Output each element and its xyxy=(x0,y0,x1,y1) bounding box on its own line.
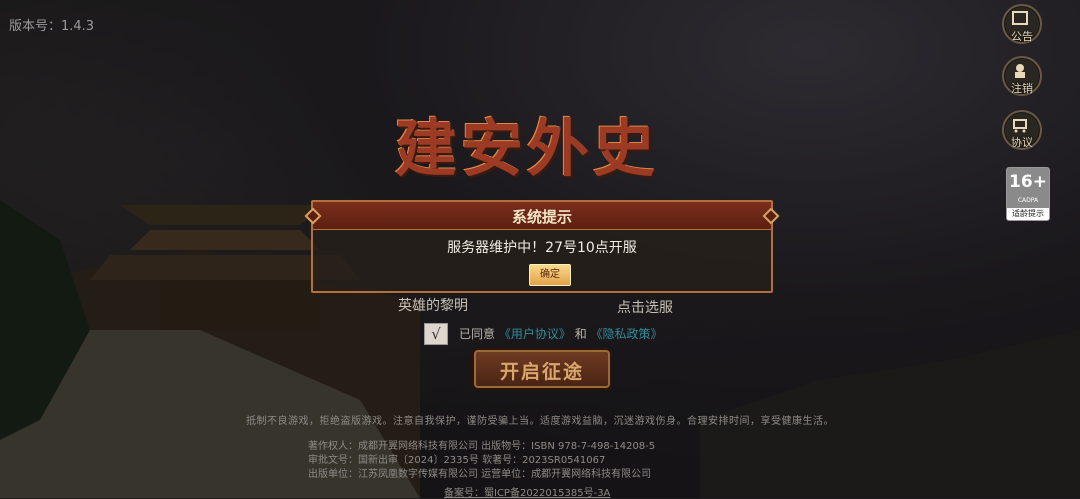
agree-prefix: 已同意 xyxy=(459,327,496,341)
credits-block: 著作权人：成都开翼网络科技有限公司 出版物号：ISBN 978-7-498-14… xyxy=(308,440,655,482)
agreement-label: 协议 xyxy=(1011,136,1033,149)
logo-text: 建安外史 xyxy=(395,112,660,185)
credit-line: 审批文号：国新出审〔2024〕2335号 软著号：2023SR0541067 xyxy=(308,455,606,466)
beian-link[interactable]: 备案号：蜀ICP备2022015385号-3A xyxy=(444,484,610,499)
agree-and: 和 xyxy=(574,327,587,341)
age-rating-badge[interactable]: 16+ CADPA 适龄提示 xyxy=(1006,167,1050,221)
credit-line: 著作权人：成都开翼网络科技有限公司 出版物号：ISBN 978-7-498-14… xyxy=(308,441,656,452)
ok-button[interactable]: 确定 xyxy=(529,264,571,286)
age-tip: 适龄提示 xyxy=(1007,208,1049,220)
logout-label: 注销 xyxy=(1011,82,1033,95)
dialog-message: 服务器维护中！27号10点开服 xyxy=(447,240,637,256)
credit-line: 出版单位：江苏凤凰数字传媒有限公司 运营单位：成都开翼网络科技有限公司 xyxy=(308,469,652,480)
agree-checkbox[interactable]: √ xyxy=(424,323,448,345)
cart-icon xyxy=(1013,119,1027,133)
select-server-button[interactable]: 点击选服 xyxy=(617,297,673,317)
agreement-text: 已同意 《用户协议》 和 《隐私政策》 xyxy=(459,325,663,342)
age-number: 16+ xyxy=(1009,172,1047,192)
announcement-button[interactable]: 公告 xyxy=(1002,4,1042,44)
notice-board-icon xyxy=(1012,11,1028,25)
user-agreement-link[interactable]: 《用户协议》 xyxy=(499,327,571,341)
dialog-title: 系统提示 xyxy=(511,208,572,226)
character-icon xyxy=(1015,64,1025,78)
hero-label: 英雄的黎明 xyxy=(398,298,468,314)
start-button[interactable]: 开启征途 xyxy=(474,350,610,388)
version-label: 版本号：1.4.3 xyxy=(9,19,95,34)
health-notice: 抵制不良游戏，拒绝盗版游戏。注意自我保护，谨防受骗上当。适度游戏益脑，沉迷游戏伤… xyxy=(246,416,834,427)
announcement-label: 公告 xyxy=(1011,30,1033,43)
start-label: 开启征途 xyxy=(499,361,584,383)
system-dialog: 系统提示 服务器维护中！27号10点开服 确定 xyxy=(304,200,780,293)
logout-button[interactable]: 注销 xyxy=(1002,56,1042,96)
privacy-policy-link[interactable]: 《隐私政策》 xyxy=(591,327,663,341)
game-logo: 建安外史 xyxy=(385,88,725,196)
age-org: CADPA xyxy=(1017,197,1039,204)
agreement-button[interactable]: 协议 xyxy=(1002,110,1042,150)
